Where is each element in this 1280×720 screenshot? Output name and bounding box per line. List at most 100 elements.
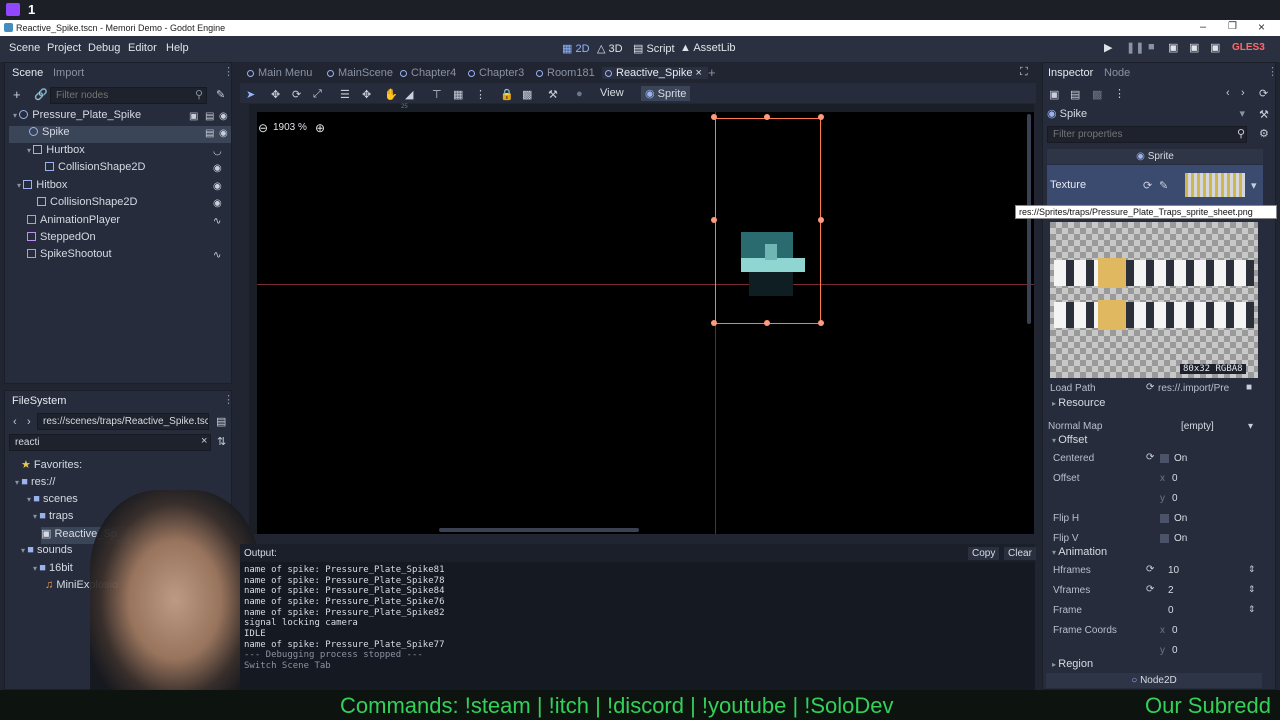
flip-h-row[interactable]: Flip H On bbox=[1048, 510, 1260, 528]
revert-icon[interactable]: ⟳ bbox=[1143, 179, 1152, 192]
tab-chapter4[interactable]: Chapter4 bbox=[400, 67, 456, 79]
skeleton-icon[interactable]: ⚒ bbox=[548, 88, 558, 101]
folder-16bit[interactable]: ▾ ■ 16bit bbox=[33, 562, 73, 579]
tree-node-spikeshootout[interactable]: SpikeShootout ∿ bbox=[27, 248, 227, 265]
object-tools-icon[interactable]: ⚒ bbox=[1259, 108, 1269, 121]
workspace-assetlib[interactable]: ▲ AssetLib bbox=[680, 42, 736, 54]
menu-scene[interactable]: Scene bbox=[9, 42, 40, 54]
horizontal-scrollbar[interactable] bbox=[439, 528, 639, 532]
distraction-free-icon[interactable]: ⛶ bbox=[1020, 66, 1028, 79]
revert-icon[interactable]: ⟳ bbox=[1146, 452, 1154, 463]
workspace-3d[interactable]: △ 3D bbox=[597, 42, 623, 55]
resource-section[interactable]: ▸ Resource bbox=[1048, 397, 1260, 409]
file-search-input[interactable]: reacti bbox=[9, 434, 211, 451]
folder-sounds[interactable]: ▾ ■ sounds bbox=[21, 544, 72, 561]
tree-node-steppedon[interactable]: SteppedOn bbox=[27, 231, 227, 248]
sort-icon[interactable]: ⇅ bbox=[217, 435, 226, 448]
pivot-icon[interactable]: ✥ bbox=[362, 88, 371, 101]
chevron-down-icon[interactable]: ▾ bbox=[1248, 421, 1253, 432]
tab-reactive-spike[interactable]: Reactive_Spike × bbox=[602, 67, 708, 79]
tab-import[interactable]: Import bbox=[53, 67, 84, 79]
renderer-label[interactable]: GLES3 bbox=[1232, 42, 1265, 53]
script-icon[interactable]: ▤ bbox=[205, 128, 214, 139]
zoom-out-icon[interactable]: ⊖ bbox=[258, 121, 268, 135]
region-section[interactable]: ▸ Region bbox=[1048, 658, 1260, 670]
frame-coords-row[interactable]: Frame Coords x 0 y 0 bbox=[1048, 622, 1260, 656]
resize-handle[interactable] bbox=[711, 114, 717, 120]
more-options-icon[interactable]: ⋮ bbox=[1114, 87, 1125, 100]
stop-icon[interactable]: ■ bbox=[1148, 41, 1155, 53]
play-icon[interactable]: ▶ bbox=[1104, 41, 1112, 54]
revert-icon[interactable]: ⟳ bbox=[1146, 564, 1154, 575]
visibility-eye-icon[interactable]: ◉ bbox=[219, 128, 228, 139]
chevron-down-icon[interactable]: ▾ bbox=[1251, 179, 1257, 192]
canvas-viewport[interactable]: 25 ⊖ 1903 % ⊕ bbox=[249, 104, 1034, 534]
tree-node-animationplayer[interactable]: AnimationPlayer ∿ bbox=[27, 214, 227, 231]
visibility-hidden-icon[interactable]: ◡ bbox=[213, 146, 222, 157]
hframes-field[interactable]: 10 bbox=[1168, 565, 1179, 576]
offset-row[interactable]: Offset x 0 y 0 bbox=[1048, 470, 1260, 504]
minimize-icon[interactable]: – bbox=[1200, 21, 1206, 33]
dock-menu-icon[interactable]: ⋮ bbox=[1267, 65, 1278, 78]
pause-icon[interactable]: ❚❚ bbox=[1126, 41, 1144, 54]
movie-icon[interactable]: ▣ bbox=[1210, 41, 1220, 54]
hframes-row[interactable]: Hframes ⟳ 10 ⇕ bbox=[1048, 562, 1260, 580]
vframes-row[interactable]: Vframes ⟳ 2 ⇕ bbox=[1048, 582, 1260, 600]
play-custom-icon[interactable]: ▣ bbox=[1189, 41, 1199, 54]
flip-v-checkbox[interactable] bbox=[1160, 534, 1169, 543]
filter-nodes-input[interactable] bbox=[50, 87, 207, 104]
maximize-icon[interactable]: ❐ bbox=[1228, 21, 1237, 32]
pan-tool-icon[interactable]: ✋ bbox=[384, 88, 398, 101]
close-window-icon[interactable]: × bbox=[1258, 20, 1265, 34]
move-tool-icon[interactable]: ✥ bbox=[271, 88, 280, 101]
more-options-icon[interactable]: ⋮ bbox=[475, 88, 486, 101]
revert-icon[interactable]: ⟳ bbox=[1146, 382, 1154, 393]
path-field[interactable]: res://scenes/traps/Reactive_Spike.tsc bbox=[37, 413, 209, 430]
menu-project[interactable]: Project bbox=[47, 42, 81, 54]
resize-handle[interactable] bbox=[711, 217, 717, 223]
frame-field[interactable]: 0 bbox=[1168, 605, 1174, 616]
folder-icon[interactable]: ■ bbox=[1246, 382, 1252, 393]
snap-icon[interactable]: ⊤ bbox=[432, 88, 442, 101]
tab-inspector[interactable]: Inspector bbox=[1048, 67, 1093, 79]
open-resource-icon[interactable]: ▤ bbox=[1070, 88, 1080, 101]
new-tab-icon[interactable]: + bbox=[708, 65, 716, 80]
clear-icon[interactable]: × bbox=[201, 435, 207, 447]
tab-mainscene[interactable]: MainScene bbox=[327, 67, 393, 79]
close-tab-icon[interactable]: × bbox=[696, 67, 702, 79]
tree-node-spike[interactable]: Spike ▤ ◉ bbox=[9, 126, 231, 143]
menu-debug[interactable]: Debug bbox=[88, 42, 120, 54]
texture-row[interactable]: Texture ⟳ ✎ ▾ bbox=[1047, 165, 1263, 209]
visibility-eye-icon[interactable]: ◉ bbox=[219, 111, 228, 122]
dock-menu-icon[interactable]: ⋮ bbox=[223, 65, 234, 78]
view-menu[interactable]: View bbox=[600, 87, 624, 99]
save-resource-icon[interactable]: ▩ bbox=[1092, 88, 1102, 101]
favorites-item[interactable]: ★ Favorites: bbox=[21, 458, 82, 475]
revert-icon[interactable]: ⟳ bbox=[1146, 584, 1154, 595]
visibility-eye-icon[interactable]: ◉ bbox=[213, 163, 222, 174]
grid-icon[interactable]: ▦ bbox=[453, 88, 463, 101]
tab-chapter3[interactable]: Chapter3 bbox=[468, 67, 524, 79]
menu-editor[interactable]: Editor bbox=[128, 42, 157, 54]
settings-icon[interactable]: ⚙ bbox=[1259, 127, 1269, 140]
centered-checkbox[interactable] bbox=[1160, 454, 1169, 463]
folder-scenes[interactable]: ▾ ■ scenes bbox=[27, 493, 78, 510]
frame-coords-y-field[interactable]: 0 bbox=[1172, 645, 1178, 656]
visibility-eye-icon[interactable]: ◉ bbox=[213, 181, 222, 192]
offset-x-field[interactable]: 0 bbox=[1172, 473, 1178, 484]
group-icon[interactable]: ▩ bbox=[522, 88, 532, 101]
frame-row[interactable]: Frame 0 ⇕ bbox=[1048, 602, 1260, 620]
zoom-in-icon[interactable]: ⊕ bbox=[315, 121, 325, 135]
sprite-menu[interactable]: ◉ Sprite bbox=[641, 86, 691, 101]
history-back-icon[interactable]: ‹ bbox=[1226, 87, 1230, 99]
resize-handle[interactable] bbox=[818, 114, 824, 120]
frame-coords-x-field[interactable]: 0 bbox=[1172, 625, 1178, 636]
link-icon[interactable]: 🔗 bbox=[34, 88, 48, 101]
add-node-icon[interactable]: + bbox=[13, 87, 21, 102]
select-tool-icon[interactable]: ➤ bbox=[246, 88, 255, 101]
new-resource-icon[interactable]: ▣ bbox=[1049, 88, 1059, 101]
visibility-eye-icon[interactable]: ◉ bbox=[213, 198, 222, 209]
copy-button[interactable]: Copy bbox=[968, 547, 1000, 560]
resize-handle[interactable] bbox=[764, 114, 770, 120]
folder-traps[interactable]: ▾ ■ traps bbox=[33, 510, 73, 527]
